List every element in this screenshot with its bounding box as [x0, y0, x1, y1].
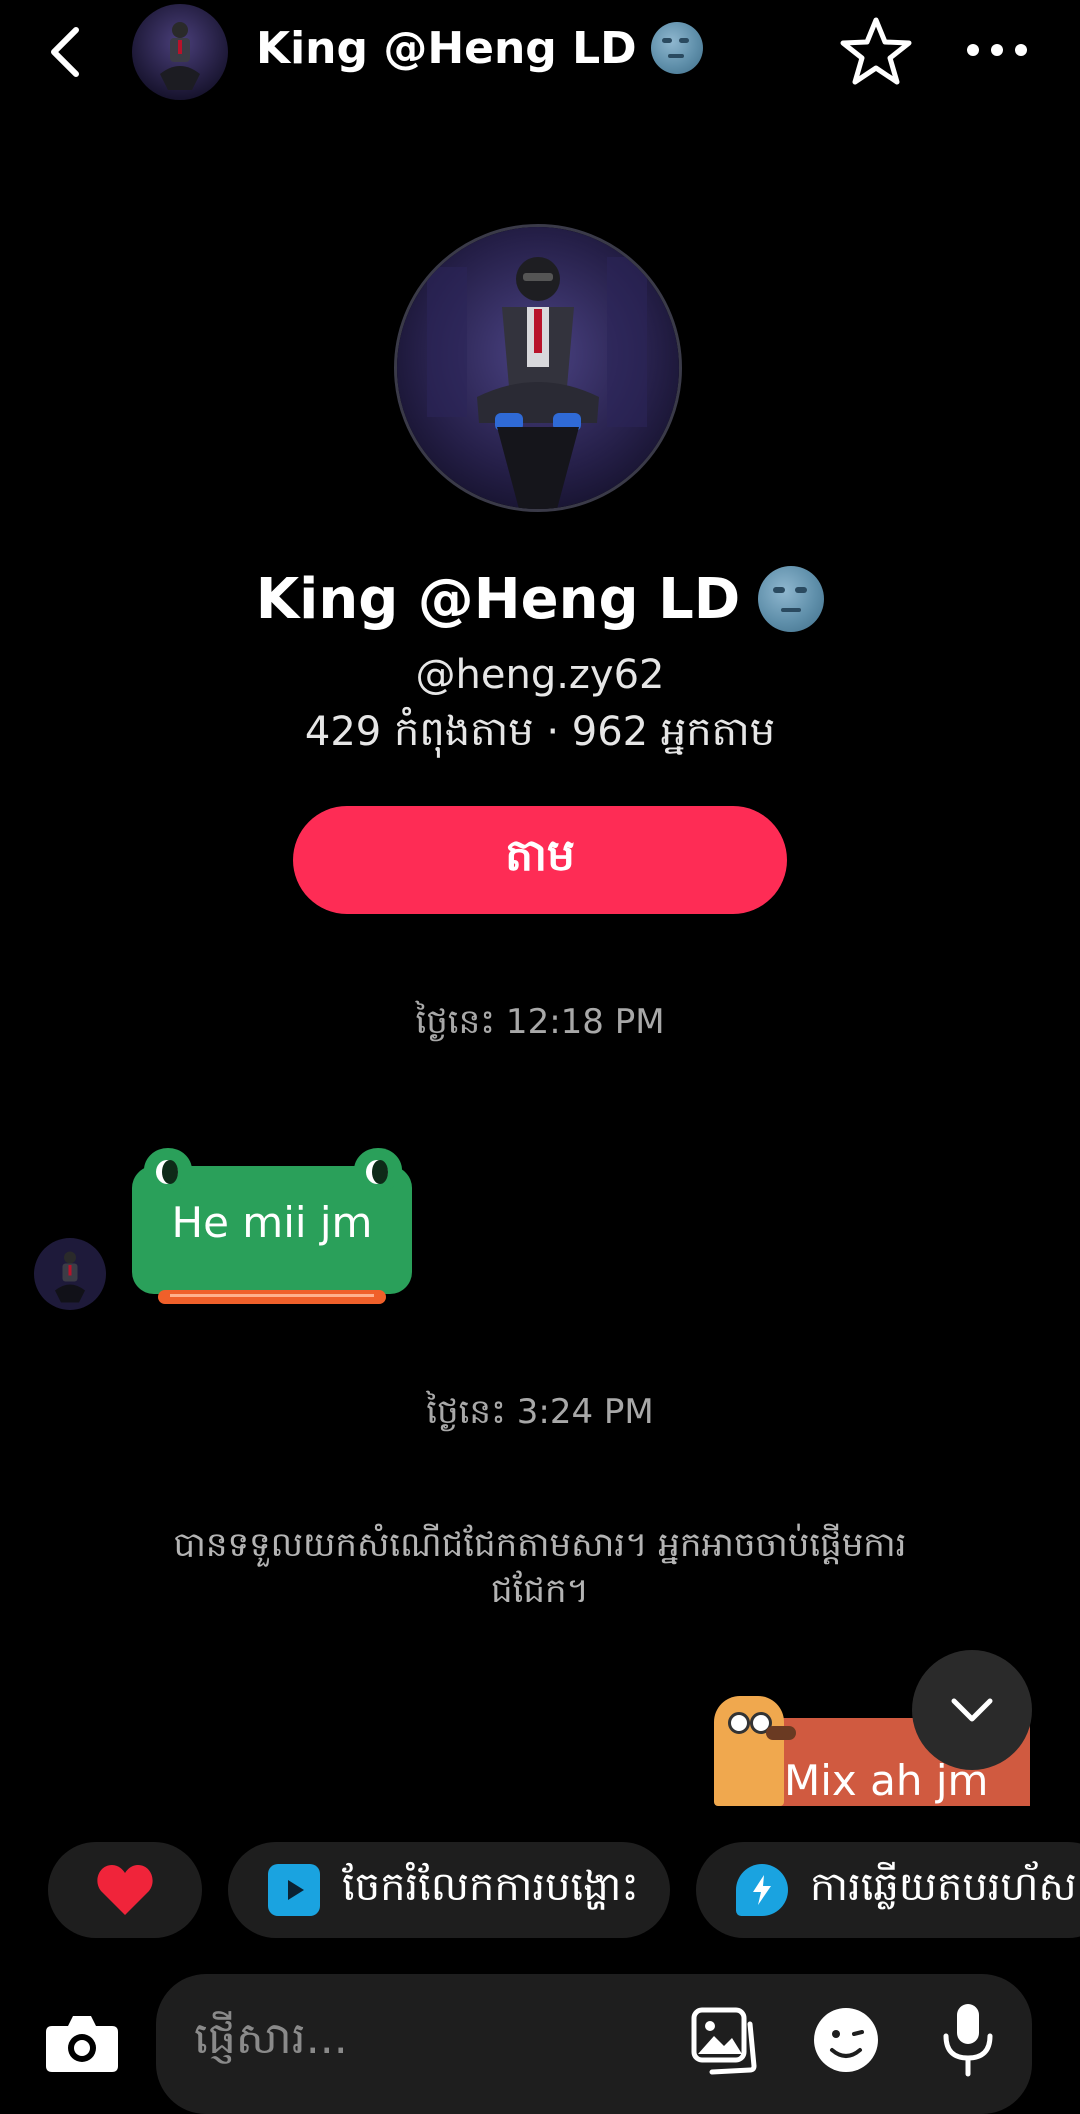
- more-options-button[interactable]: [962, 22, 1032, 78]
- moon-face-emoji-icon: [758, 566, 825, 632]
- moon-face-emoji-icon: [650, 22, 703, 74]
- message-timestamp: ថ្ងៃនេះ 3:24 PM: [426, 1392, 654, 1432]
- scroll-to-bottom-button[interactable]: [912, 1650, 1032, 1770]
- camera-icon: [46, 2016, 118, 2072]
- quick-reply-label: ការឆ្លើយតបរហ័ស: [810, 1863, 1077, 1910]
- quick-reply-button[interactable]: ការឆ្លើយតបរហ័ស: [696, 1842, 1080, 1938]
- image-gallery-icon: [691, 2007, 757, 2075]
- received-message-bubble[interactable]: He mii jm: [132, 1148, 412, 1304]
- frog-eye-icon: [144, 1148, 192, 1192]
- chevron-left-icon: [51, 27, 79, 77]
- emoji-button[interactable]: [810, 2004, 882, 2076]
- message-input[interactable]: [192, 2002, 676, 2074]
- more-horizontal-icon: [967, 44, 1027, 56]
- share-post-button[interactable]: ចែករំលែកការបង្ហោះ: [228, 1842, 670, 1938]
- frog-underline-decoration: [158, 1290, 386, 1304]
- avatar-image: [34, 1238, 106, 1310]
- chat-header: King @Heng LD: [0, 0, 1080, 104]
- message-timestamp: ថ្ងៃនេះ 12:18 PM: [415, 1002, 665, 1042]
- favorite-button[interactable]: [838, 14, 914, 90]
- profile-avatar-image: [397, 227, 679, 509]
- frog-eye-icon: [354, 1148, 402, 1192]
- camera-button[interactable]: [40, 2000, 124, 2084]
- header-title-text: King @Heng LD: [256, 22, 637, 74]
- profile-username: @heng.zy62: [415, 652, 665, 698]
- share-post-label: ចែករំលែកការបង្ហោះ: [342, 1863, 639, 1910]
- header-avatar[interactable]: [132, 4, 228, 100]
- sender-avatar[interactable]: [34, 1238, 106, 1310]
- voice-message-button[interactable]: [938, 2000, 998, 2080]
- system-notice: បានទទួលយកសំណើជជែកតាមសារ។ អ្នកអាចចាប់ផ្តើ…: [173, 1525, 907, 1611]
- quick-heart-button[interactable]: [48, 1842, 202, 1938]
- profile-display-name: King @Heng LD: [0, 566, 1080, 632]
- dog-sticker-icon: [714, 1696, 796, 1806]
- profile-display-name-text: King @Heng LD: [255, 566, 741, 632]
- microphone-icon: [943, 2004, 993, 2077]
- star-outline-icon: [840, 17, 912, 85]
- header-title[interactable]: King @Heng LD: [256, 22, 703, 74]
- smiley-icon: [814, 2008, 878, 2072]
- back-button[interactable]: [40, 20, 96, 84]
- profile-avatar[interactable]: [394, 224, 682, 512]
- gallery-button[interactable]: [688, 2004, 760, 2076]
- play-square-icon: [268, 1864, 320, 1916]
- received-message-text: He mii jm: [171, 1198, 373, 1247]
- follow-button[interactable]: តាម: [293, 806, 787, 914]
- heart-icon: [97, 1865, 153, 1915]
- message-composer: [156, 1974, 1032, 2114]
- chevron-down-icon: [951, 1698, 993, 1722]
- profile-follow-stats: 429 កំពុងតាម · 962 អ្នកតាម: [304, 709, 776, 755]
- avatar-image: [132, 4, 228, 100]
- lightning-bubble-icon: [736, 1864, 788, 1916]
